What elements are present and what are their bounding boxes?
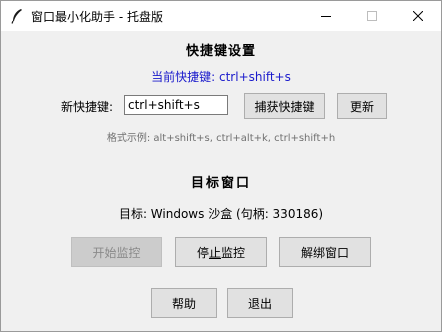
capture-hotkey-button[interactable]: 捕获快捷键 — [244, 93, 325, 119]
current-hotkey-label: 当前快捷键: ctrl+shift+s — [151, 70, 291, 84]
title-bar[interactable]: 窗口最小化助手 - 托盘版 — [1, 1, 441, 31]
stop-label-suffix: 监控 — [221, 245, 246, 260]
hotkey-settings-heading: 快捷键设置 — [185, 44, 256, 59]
help-button[interactable]: 帮助 — [151, 288, 217, 318]
minimize-button[interactable] — [303, 1, 349, 31]
exit-button[interactable]: 退出 — [227, 288, 293, 318]
target-window-heading: 目标窗口 — [190, 176, 251, 191]
stop-monitor-button[interactable]: 停止监控 — [175, 237, 267, 267]
feather-icon — [10, 8, 24, 24]
new-hotkey-label: 新快捷键: — [61, 100, 114, 114]
format-hint: 格式示例: alt+shift+s, ctrl+alt+k, ctrl+shif… — [106, 133, 336, 144]
app-window: 窗口最小化助手 - 托盘版 快捷键设置 当前快捷键: ctrl+shift+s … — [0, 0, 442, 332]
start-monitor-button: 开始监控 — [71, 237, 162, 267]
new-hotkey-input[interactable] — [124, 95, 228, 115]
maximize-button[interactable] — [349, 1, 395, 31]
unbind-window-button[interactable]: 解绑窗口 — [279, 237, 371, 267]
maximize-icon — [367, 11, 377, 21]
stop-label-mnemonic: 止 — [208, 245, 221, 260]
target-window-info: 目标: Windows 沙盒 (句柄: 330186) — [118, 207, 324, 221]
stop-label-prefix: 停 — [196, 245, 209, 260]
close-icon — [413, 11, 423, 21]
update-button[interactable]: 更新 — [337, 93, 387, 119]
window-title: 窗口最小化助手 - 托盘版 — [31, 10, 163, 24]
close-button[interactable] — [395, 1, 441, 31]
minimize-icon — [321, 16, 331, 17]
